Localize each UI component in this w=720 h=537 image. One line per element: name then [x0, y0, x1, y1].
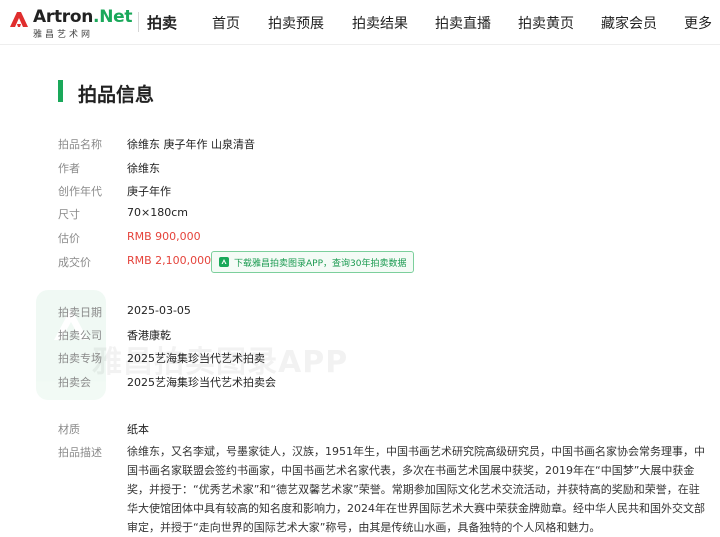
- label-material: 材质: [58, 423, 80, 436]
- label-auction: 拍卖会: [58, 376, 91, 389]
- nav-section-title[interactable]: 拍卖: [147, 12, 177, 33]
- value-price: RMB 2,100,000: [127, 254, 212, 267]
- top-nav: Artron.Net 雅昌艺术网 拍卖 首页 拍卖预展 拍卖结果 拍卖直播 拍卖…: [0, 0, 720, 45]
- value-name: 徐维东 庚子年作 山泉清音: [127, 138, 255, 151]
- value-material: 纸本: [127, 423, 149, 436]
- nav-divider: [138, 12, 139, 32]
- nav-item-preview[interactable]: 拍卖预展: [268, 13, 324, 33]
- nav-item-more[interactable]: 更多: [684, 13, 712, 33]
- value-year: 庚子年作: [127, 185, 171, 198]
- label-price: 成交价: [58, 256, 91, 269]
- label-date: 拍卖日期: [58, 306, 102, 319]
- value-session[interactable]: 2025艺海集珍当代艺术拍卖: [127, 350, 265, 366]
- label-description: 拍品描述: [58, 446, 102, 459]
- value-size: 70×180cm: [127, 206, 188, 219]
- app-icon: [219, 257, 229, 267]
- value-author[interactable]: 徐维东: [127, 160, 160, 176]
- value-description: 徐维东，又名李斌，号墨家徒人，汉族，1951年生，中国书画艺术研究院高级研究员，…: [127, 445, 705, 534]
- logo-subtitle: 雅昌艺术网: [33, 30, 94, 40]
- value-date: 2025-03-05: [127, 304, 191, 317]
- value-auction[interactable]: 2025艺海集珍当代艺术拍卖会: [127, 374, 276, 390]
- nav-item-home[interactable]: 首页: [212, 13, 240, 33]
- page-title: 拍品信息: [78, 84, 155, 106]
- logo-text: Artron.Net: [33, 7, 133, 27]
- label-estimate: 估价: [58, 232, 80, 245]
- nav-item-results[interactable]: 拍卖结果: [352, 13, 408, 33]
- artron-logo-icon: [10, 12, 28, 27]
- download-app-text: 下载雅昌拍卖图录APP，查询30年拍卖数据: [234, 258, 407, 269]
- title-accent-bar: [58, 80, 63, 102]
- label-name: 拍品名称: [58, 138, 102, 151]
- value-company[interactable]: 香港康乾: [127, 327, 171, 343]
- label-author: 作者: [58, 162, 80, 175]
- value-estimate: RMB 900,000: [127, 230, 201, 243]
- label-year: 创作年代: [58, 185, 102, 198]
- download-app-badge[interactable]: 下载雅昌拍卖图录APP，查询30年拍卖数据: [211, 251, 415, 273]
- nav-item-yellowpages[interactable]: 拍卖黄页: [518, 13, 574, 33]
- label-size: 尺寸: [58, 208, 80, 221]
- nav-item-members[interactable]: 藏家会员: [601, 13, 657, 33]
- nav-item-live[interactable]: 拍卖直播: [435, 13, 491, 33]
- label-company: 拍卖公司: [58, 329, 102, 342]
- artron-logo[interactable]: Artron.Net 雅昌艺术网: [8, 6, 133, 40]
- label-session: 拍卖专场: [58, 352, 102, 365]
